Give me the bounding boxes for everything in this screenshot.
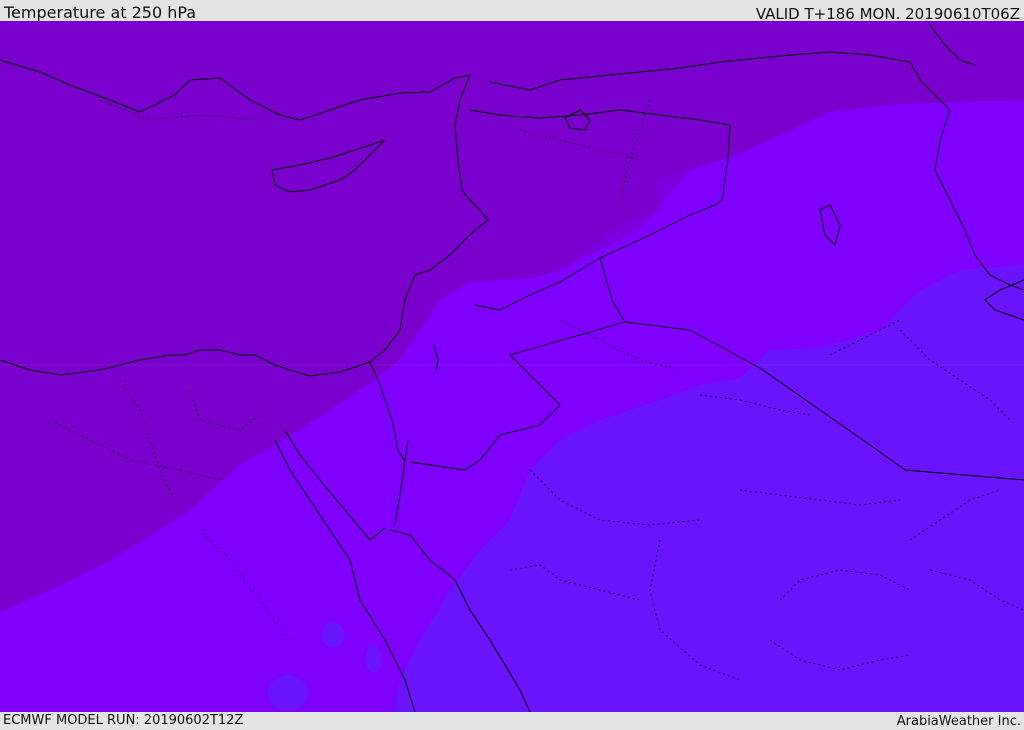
warm-patch-1 — [322, 622, 344, 648]
top-bar: Temperature at 250 hPa VALID T+186 MON. … — [0, 0, 1024, 23]
map-title: Temperature at 250 hPa — [4, 3, 197, 22]
warm-patch-2 — [366, 645, 382, 673]
credit: ArabiaWeather Inc. — [896, 714, 1021, 729]
model-run: ECMWF MODEL RUN: 20190602T12Z — [3, 713, 244, 728]
map-canvas — [0, 21, 1024, 712]
warm-patch-3 — [268, 675, 308, 711]
bottom-bar: ECMWF MODEL RUN: 20190602T12Z ArabiaWeat… — [0, 712, 1024, 729]
weather-map[interactable] — [0, 21, 1024, 712]
